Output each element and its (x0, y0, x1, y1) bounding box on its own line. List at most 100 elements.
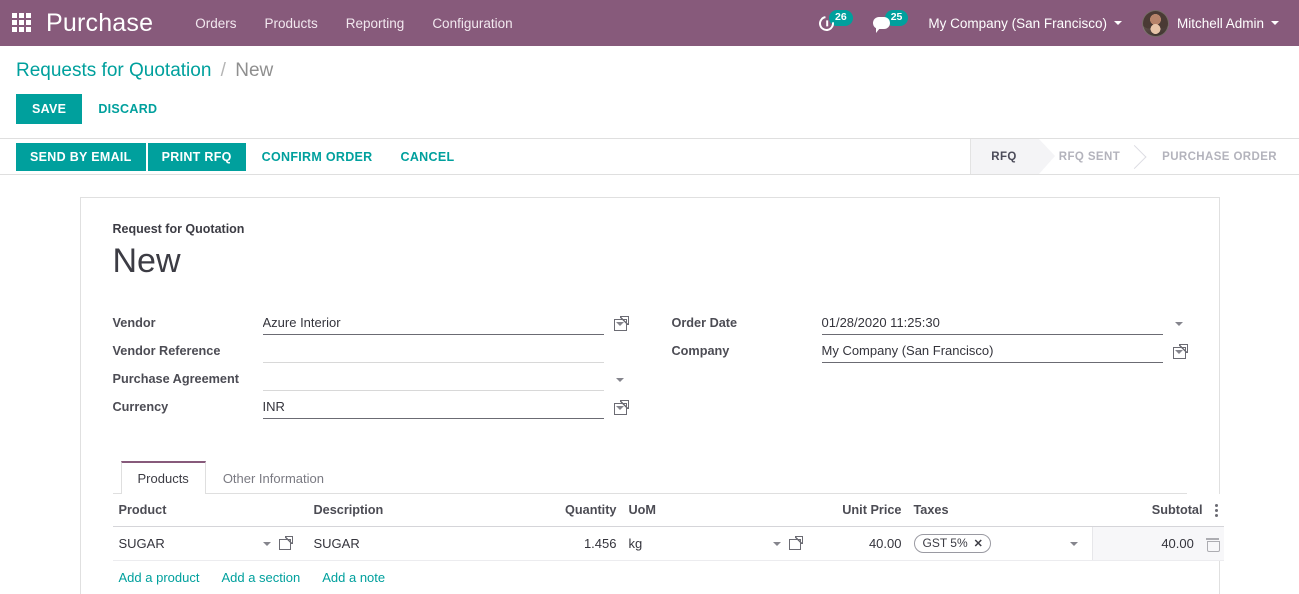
record-sheet: Request for Quotation New Vendor Vendor … (79, 197, 1224, 594)
status-step-rfq-sent-label: RFQ SENT (1058, 150, 1121, 163)
remove-tag-icon[interactable]: ✕ (974, 537, 983, 550)
field-currency-label: Currency (112, 400, 169, 415)
form-column-left: Vendor Vendor Reference Purchase (112, 307, 628, 420)
field-purchase-agreement-label: Purchase Agreement (112, 372, 239, 387)
chevron-down-icon (772, 541, 781, 546)
activity-menu[interactable]: 26 (809, 0, 863, 46)
breadcrumb-requests-for-quotation[interactable]: Requests for Quotation (16, 60, 211, 81)
field-vendor-reference: Vendor Reference (112, 335, 628, 364)
chevron-down-icon (1271, 21, 1279, 25)
chevron-down-icon (1070, 541, 1078, 546)
status-step-rfq-label: RFQ (991, 150, 1017, 163)
cell-description[interactable]: SUGAR (307, 526, 533, 562)
column-header-unit-price[interactable]: Unit Price (817, 494, 908, 528)
cell-quantity[interactable]: 1.456 (532, 526, 623, 562)
notebook-tabs: Products Other Information (112, 461, 1187, 495)
send-by-email-button[interactable]: SEND BY EMAIL (16, 142, 146, 171)
avatar (1141, 9, 1169, 37)
company-switcher-label: My Company (San Francisco) (928, 15, 1107, 31)
order-date-input[interactable] (821, 312, 1163, 336)
cancel-button[interactable]: CANCEL (387, 143, 469, 171)
breadcrumb-current: New (235, 60, 274, 81)
add-a-note-link[interactable]: Add a note (322, 570, 385, 585)
status-step-purchase-order-label: PURCHASE ORDER (1162, 150, 1277, 163)
save-button[interactable]: SAVE (16, 94, 83, 124)
field-vendor-label: Vendor (112, 316, 156, 331)
field-vendor: Vendor (112, 307, 628, 336)
tab-products[interactable]: Products (120, 461, 206, 495)
cell-product: SUGAR (118, 536, 165, 552)
add-a-product-link[interactable]: Add a product (119, 570, 200, 585)
field-vendor-reference-label: Vendor Reference (112, 344, 221, 359)
company-input[interactable] (821, 340, 1163, 364)
table-row[interactable]: SUGAR SUGAR 1.456 kg 40.00 GST 5% ✕ 40.0… (112, 526, 1224, 562)
column-header-description[interactable]: Description (307, 494, 533, 528)
main-menu: Orders Products Reporting Configuration (195, 16, 512, 31)
form-view-background: Request for Quotation New Vendor Vendor … (0, 175, 1299, 594)
status-pipeline: RFQ RFQ SENT PURCHASE ORDER (970, 139, 1299, 174)
chat-bubble-icon (872, 17, 890, 33)
messaging-menu[interactable]: 25 (863, 0, 919, 46)
currency-internal-link-icon[interactable] (613, 401, 628, 416)
workflow-buttons: SEND BY EMAIL PRINT RFQ CONFIRM ORDER CA… (16, 139, 468, 174)
menu-item-configuration[interactable]: Configuration (432, 16, 512, 31)
form-column-right: Order Date Company (672, 307, 1187, 419)
notebook: Products Other Information Product Descr… (112, 461, 1224, 594)
add-line-links: Add a product Add a section Add a note (113, 561, 1187, 594)
confirm-order-button[interactable]: CONFIRM ORDER (248, 143, 387, 171)
status-step-purchase-order[interactable]: PURCHASE ORDER (1142, 139, 1299, 174)
control-panel: Requests for Quotation / New SAVE DISCAR… (0, 46, 1299, 139)
field-purchase-agreement: Purchase Agreement (112, 363, 628, 392)
company-switcher[interactable]: My Company (San Francisco) (918, 0, 1132, 46)
form-field-groups: Vendor Vendor Reference Purchase (112, 307, 1187, 420)
field-company: Company (671, 335, 1187, 364)
column-header-product[interactable]: Product (112, 494, 308, 528)
breadcrumb-separator: / (220, 60, 226, 81)
vertical-dots-icon[interactable] (1214, 503, 1218, 517)
field-currency: Currency (112, 391, 628, 420)
menu-item-products[interactable]: Products (264, 16, 317, 31)
company-internal-link-icon[interactable] (1172, 345, 1187, 360)
purchase-agreement-input[interactable] (262, 368, 604, 392)
chevron-down-icon (1113, 21, 1122, 25)
chevron-down-icon (615, 378, 624, 383)
column-header-taxes[interactable]: Taxes (907, 494, 1093, 528)
print-rfq-button[interactable]: PRINT RFQ (147, 142, 246, 171)
discard-button[interactable]: DISCARD (82, 94, 173, 124)
menu-item-orders[interactable]: Orders (195, 16, 236, 31)
product-internal-link-icon[interactable] (278, 536, 293, 551)
uom-internal-link-icon[interactable] (788, 536, 803, 551)
order-lines-table: Product Description Quantity UoM Unit Pr… (112, 494, 1224, 562)
tab-other-information[interactable]: Other Information (206, 461, 341, 494)
apps-grid-icon[interactable] (12, 13, 34, 33)
action-statusbar: SEND BY EMAIL PRINT RFQ CONFIRM ORDER CA… (0, 139, 1299, 175)
app-brand-purchase[interactable]: Purchase (46, 10, 153, 36)
status-step-rfq[interactable]: RFQ (971, 139, 1056, 174)
user-menu[interactable]: Mitchell Admin (1132, 0, 1289, 46)
cell-unit-price[interactable]: 40.00 (817, 526, 908, 562)
vendor-internal-link-icon[interactable] (613, 317, 628, 332)
vendor-input[interactable] (262, 312, 604, 336)
chevron-down-icon (1174, 322, 1183, 327)
column-header-uom[interactable]: UoM (622, 494, 818, 528)
user-menu-label: Mitchell Admin (1176, 15, 1264, 31)
cell-uom: kg (628, 536, 643, 552)
tax-tag-label: GST 5% (922, 536, 968, 551)
top-navbar: Purchase Orders Products Reporting Confi… (0, 0, 1299, 46)
add-a-section-link[interactable]: Add a section (221, 570, 300, 585)
column-header-subtotal: Subtotal (1151, 503, 1203, 518)
vendor-reference-input[interactable] (262, 340, 604, 364)
trash-icon[interactable] (1205, 538, 1220, 553)
field-company-label: Company (671, 344, 730, 359)
currency-input[interactable] (262, 396, 604, 420)
menu-item-reporting[interactable]: Reporting (346, 16, 405, 31)
navbar-systray: 26 25 My Company (San Francisco) Mitchel… (809, 0, 1299, 46)
cell-subtotal: 40.00 (1161, 536, 1194, 552)
column-header-quantity[interactable]: Quantity (532, 494, 623, 528)
record-subtitle: Request for Quotation (112, 222, 245, 236)
field-order-date-label: Order Date (671, 316, 738, 331)
field-order-date: Order Date (671, 307, 1187, 336)
tax-tag[interactable]: GST 5% ✕ (913, 534, 991, 554)
page-title: New (112, 242, 181, 280)
chevron-down-icon (262, 541, 271, 546)
